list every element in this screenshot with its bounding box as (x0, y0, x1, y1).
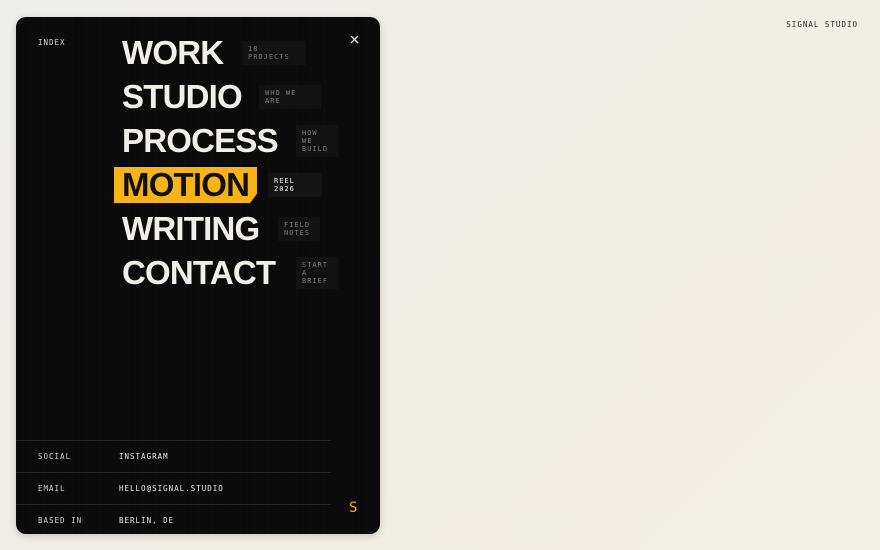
social-link[interactable]: INSTAGRAM (119, 452, 169, 461)
nav-item-note: START A BRIEF (296, 257, 338, 289)
nav-item-note: FIELD NOTES (278, 217, 320, 241)
location-value: BERLIN, DE (119, 516, 175, 525)
nav-item-label: CONTACT (122, 254, 276, 291)
brand-name: SIGNAL STUDIO (786, 20, 858, 29)
nav-item-label: STUDIO (122, 78, 243, 115)
close-button[interactable] (346, 31, 362, 47)
nav-item-note: WHO WE ARE (259, 85, 321, 109)
info-row-social: SOCIAL INSTAGRAM (16, 440, 331, 472)
nav-item-process[interactable]: PROCESS HOW WE BUILD (114, 119, 338, 163)
nav-item-note: 18 PROJECTS (242, 41, 306, 65)
nav-item-studio[interactable]: STUDIO WHO WE ARE (114, 75, 321, 119)
nav-item-motion[interactable]: MOTION REEL 2026 (114, 163, 322, 207)
close-icon (350, 35, 358, 43)
nav-item-label: WRITING (122, 210, 260, 247)
info-list: SOCIAL INSTAGRAM EMAIL HELLO@SIGNAL.STUD… (16, 440, 331, 534)
nav-item-work[interactable]: WORK 18 PROJECTS (114, 31, 306, 75)
info-row-location: BASED IN BERLIN, DE (16, 504, 331, 534)
info-key: EMAIL (38, 484, 66, 493)
index-label: INDEX (38, 38, 66, 47)
menu-panel: INDEX WORK 18 PROJECTS STUDIO WHO WE ARE… (16, 17, 380, 534)
nav-item-label: WORK (122, 34, 224, 71)
nav-item-writing[interactable]: WRITING FIELD NOTES (114, 207, 320, 251)
info-key: BASED IN (38, 516, 83, 525)
info-key: SOCIAL (38, 452, 72, 461)
nav-item-label: MOTION (114, 167, 258, 203)
info-row-email: EMAIL HELLO@SIGNAL.STUDIO (16, 472, 331, 504)
nav-item-note: HOW WE BUILD (296, 125, 338, 157)
nav-item-contact[interactable]: CONTACT START A BRIEF (114, 251, 338, 295)
nav-item-note: REEL 2026 (268, 173, 322, 197)
email-link[interactable]: HELLO@SIGNAL.STUDIO (119, 484, 224, 493)
nav-item-label: PROCESS (122, 122, 279, 159)
main-nav: WORK 18 PROJECTS STUDIO WHO WE ARE PROCE… (114, 31, 338, 295)
logo-mark: S (349, 500, 358, 516)
